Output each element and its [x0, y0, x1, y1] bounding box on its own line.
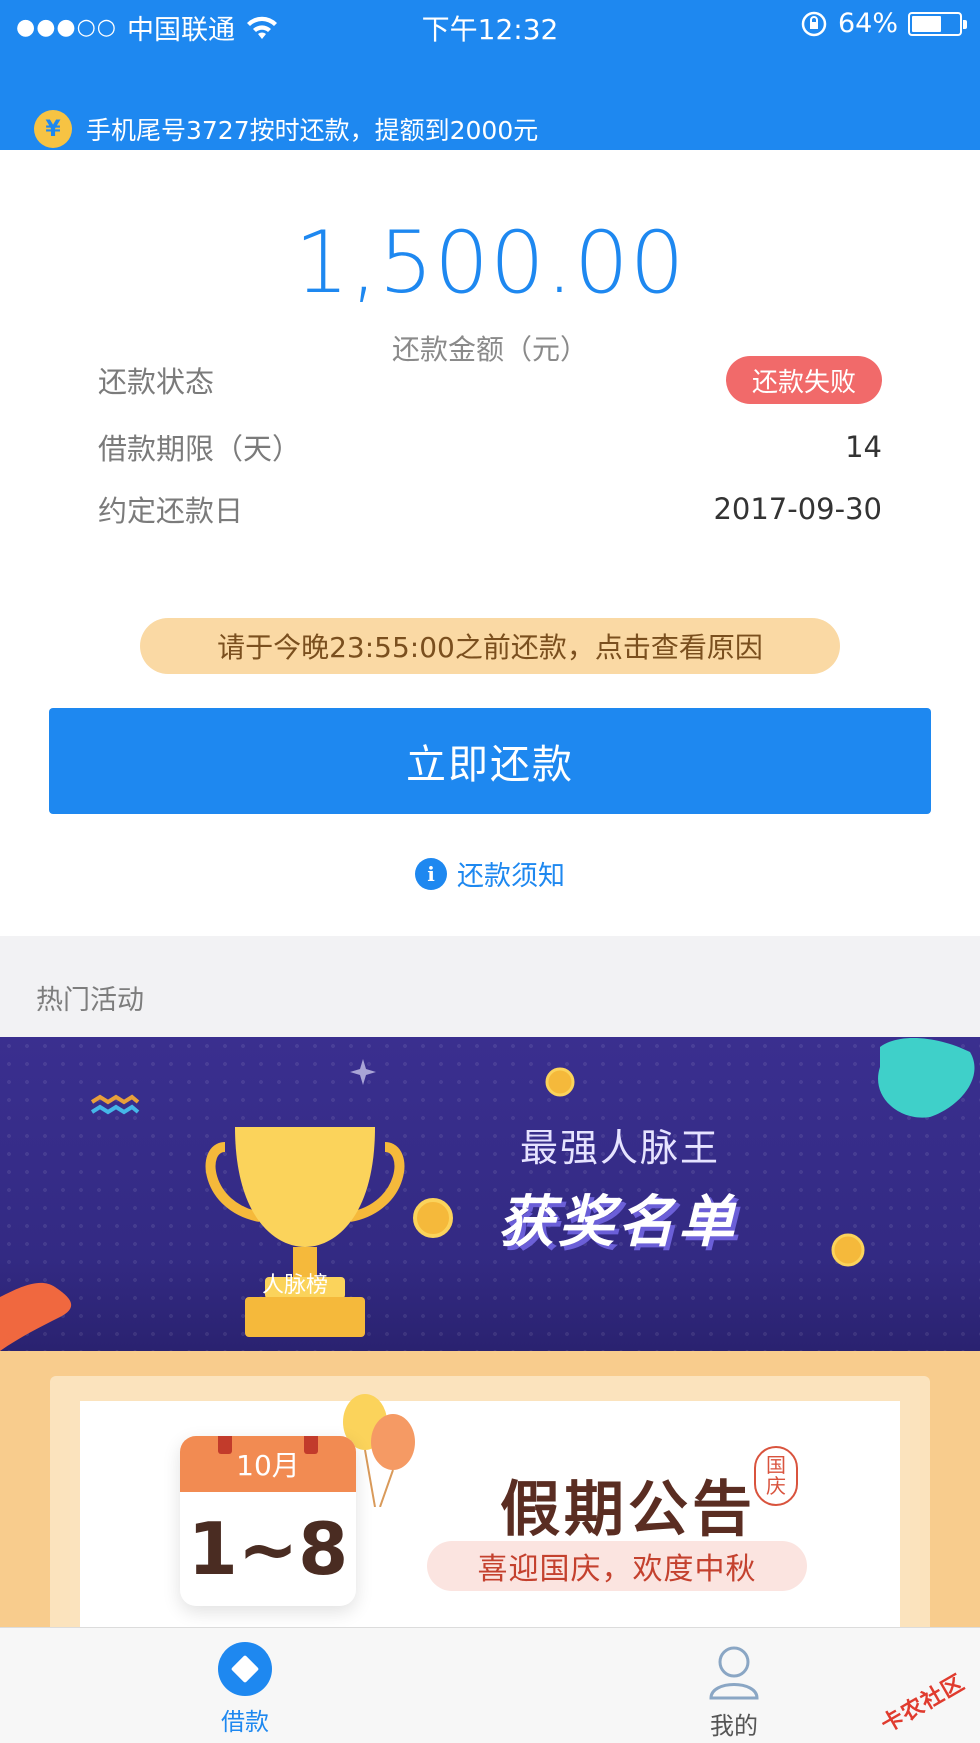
decor-zigzag-icon [90, 1094, 140, 1115]
coin-icon [545, 1067, 575, 1097]
banner-networking-king[interactable]: 人脉榜 最强人脉王 获奖名单 [0, 1037, 980, 1351]
pay-now-button[interactable]: 立即还款 [49, 708, 931, 814]
loan-term-label: 借款期限（天） [98, 432, 302, 466]
user-profile-icon [709, 1646, 759, 1700]
header: ●●●○○ 中国联通 下午12:32 64% ¥ 手机尾号3727按时还款，提额… [0, 0, 980, 150]
banner2-subtitle: 喜迎国庆，欢度中秋 [427, 1541, 807, 1591]
seal-text: 国庆 [766, 1453, 786, 1498]
tab-mine-label: 我的 [710, 1712, 758, 1740]
trophy-plate-label: 人脉榜 [261, 1273, 328, 1298]
banner1-title: 获奖名单 [498, 1190, 738, 1255]
banner1-headline: 最强人脉王 [520, 1126, 721, 1170]
promo-notice[interactable]: ¥ 手机尾号3727按时还款，提额到2000元 [0, 108, 980, 150]
calendar-icon: 10月 1~8 [180, 1436, 356, 1606]
status-bar: ●●●○○ 中国联通 下午12:32 64% [0, 0, 980, 50]
yen-icon: ¥ [34, 110, 72, 148]
tab-loan-label: 借款 [221, 1708, 269, 1736]
row-loan-term: 借款期限（天） 14 [98, 426, 882, 468]
deadline-warning[interactable]: 请于今晚23:55:00之前还款，点击查看原因 [140, 618, 840, 674]
promo-notice-text: 手机尾号3727按时还款，提额到2000元 [86, 116, 539, 145]
loan-icon [218, 1642, 272, 1696]
national-day-seal: 国庆 [754, 1446, 798, 1506]
sparkle-icon [350, 1059, 376, 1085]
decor-hand-icon [0, 1282, 72, 1351]
section-title-hot: 热门活动 [36, 985, 144, 1016]
row-due-date: 约定还款日 2017-09-30 [98, 488, 882, 530]
repayment-notice-link[interactable]: i 还款须知 [0, 854, 980, 893]
calendar-month: 10月 [180, 1436, 356, 1492]
status-label: 还款状态 [98, 365, 215, 399]
status-badge: 还款失败 [725, 356, 882, 404]
calendar-range: 1~8 [187, 1507, 349, 1591]
trophy-icon [205, 1127, 405, 1337]
bottom-tab-bar: 借款 我的 [0, 1627, 980, 1743]
rotation-lock-icon [801, 11, 827, 36]
banner-holiday-notice[interactable]: 10月 1~8 假期公告 国庆 喜迎国庆，欢度中秋 [0, 1351, 980, 1627]
row-status: 还款状态 还款失败 [98, 356, 882, 404]
banner-dot-pattern [0, 1037, 980, 1351]
decor-blob-icon [878, 1037, 975, 1118]
due-date-label: 约定还款日 [98, 494, 244, 528]
coin-icon [831, 1233, 865, 1267]
battery-icon [908, 11, 967, 36]
tab-loan[interactable]: 借款 [185, 1642, 305, 1737]
repayment-amount: 1,500.00 [294, 213, 686, 313]
due-date-value: 2017-09-30 [713, 492, 882, 526]
tab-mine[interactable]: 我的 [674, 1642, 794, 1741]
banner2-title: 假期公告 [500, 1475, 756, 1545]
coin-icon [413, 1198, 453, 1238]
repayment-notice-label: 还款须知 [457, 861, 565, 892]
info-icon: i [415, 857, 447, 890]
repayment-card: 1,500.00 还款金额（元） 还款状态 还款失败 借款期限（天） 14 约定… [0, 150, 980, 936]
battery-percent: 64% [837, 8, 898, 39]
loan-term-value: 14 [845, 430, 882, 464]
